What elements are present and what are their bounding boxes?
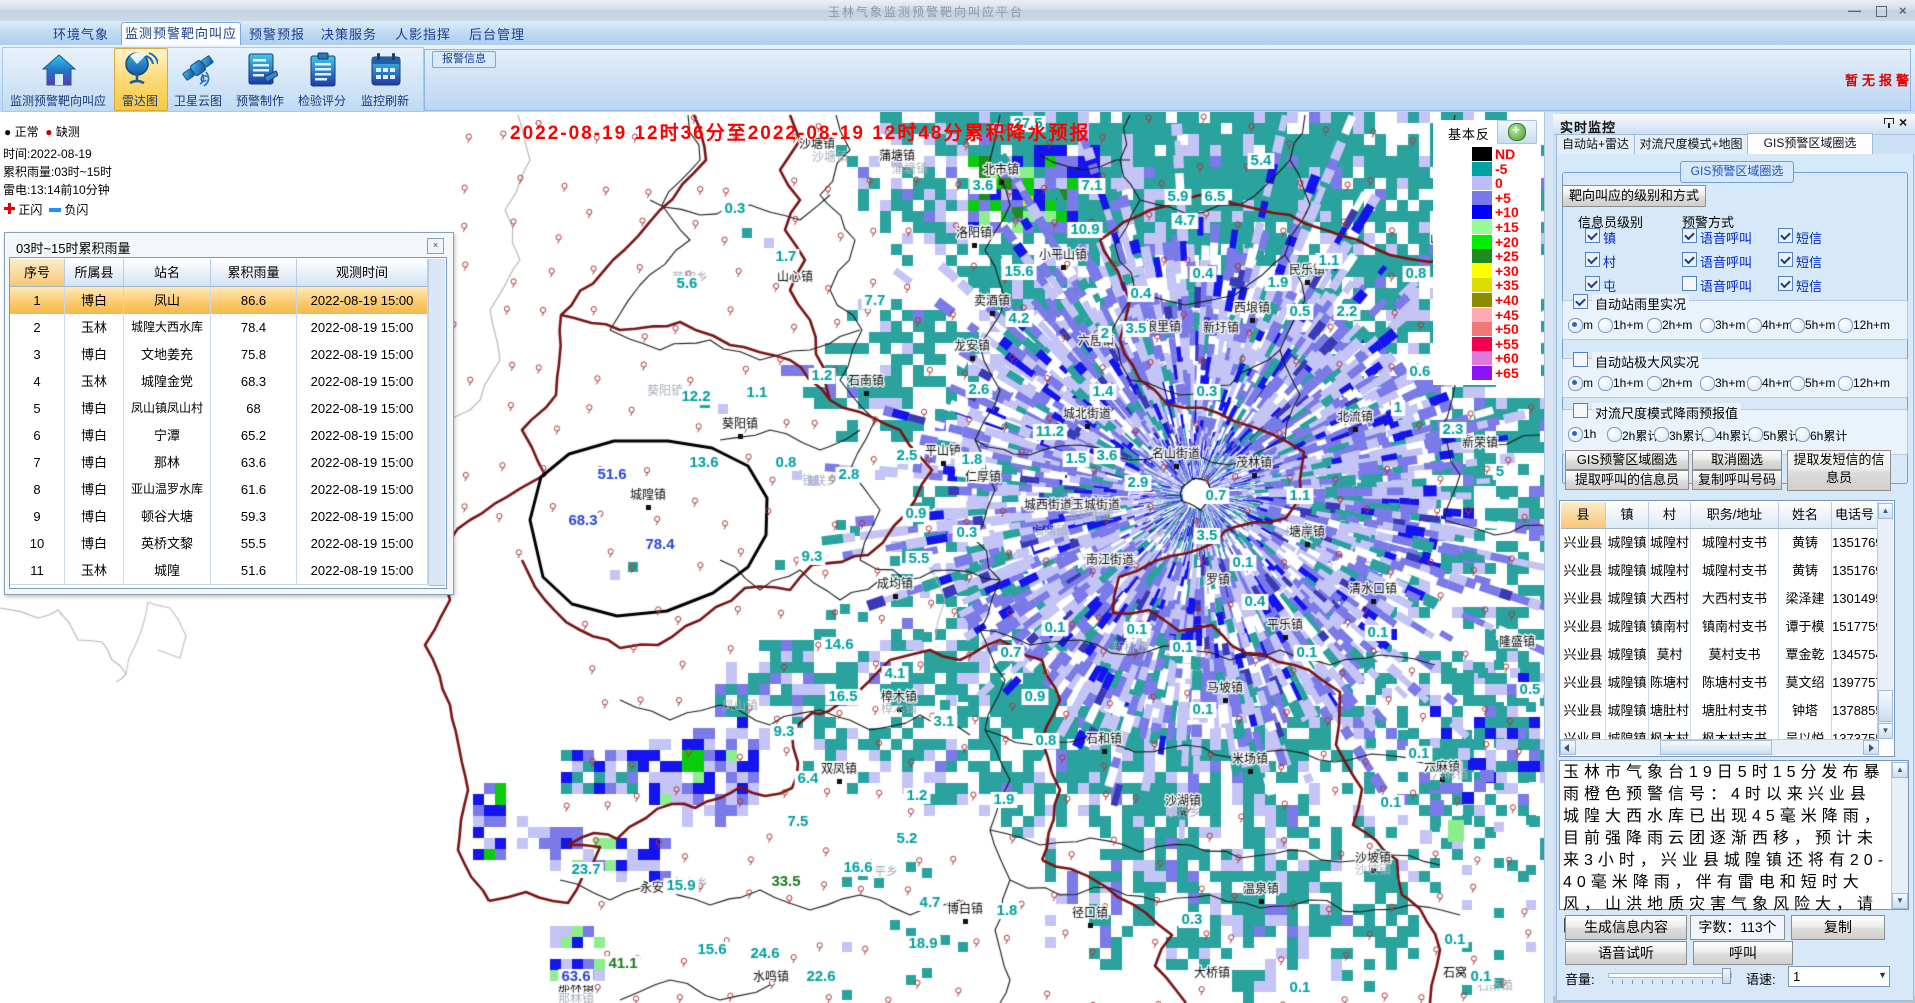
svg-text:C: C — [200, 74, 208, 85]
